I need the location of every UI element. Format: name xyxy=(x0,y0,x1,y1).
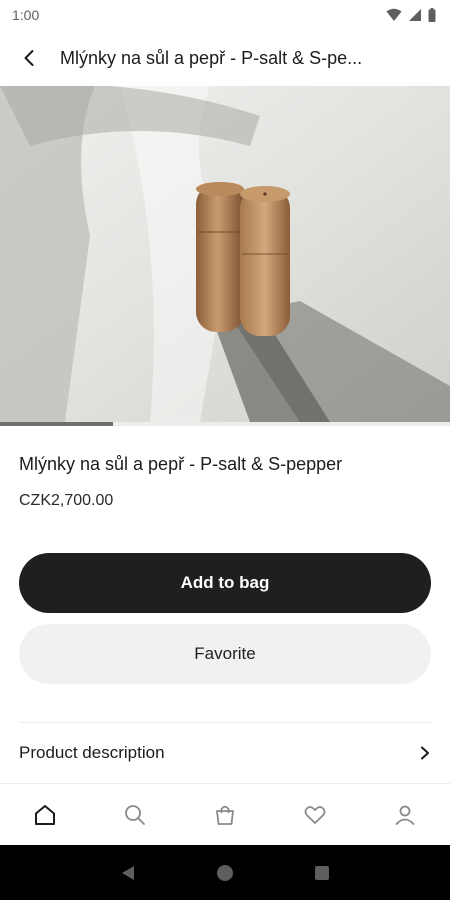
chevron-right-icon xyxy=(421,746,429,760)
heart-icon xyxy=(304,805,326,824)
image-pager-indicator xyxy=(0,422,113,426)
nav-profile[interactable] xyxy=(380,790,430,840)
wifi-icon xyxy=(386,8,402,21)
signal-icon xyxy=(409,9,421,21)
bottom-navigation xyxy=(0,783,450,845)
system-recents-icon[interactable] xyxy=(313,864,331,882)
system-navigation-bar xyxy=(0,845,450,900)
system-back-icon[interactable] xyxy=(119,864,137,882)
system-home-icon[interactable] xyxy=(216,864,234,882)
app-bar: Mlýnky na sůl a pepř - P-salt & S-pe... xyxy=(0,30,450,86)
back-arrow-icon xyxy=(24,50,34,66)
nav-home[interactable] xyxy=(20,790,70,840)
product-price: CZK2,700.00 xyxy=(19,492,114,509)
divider xyxy=(19,722,431,723)
favorite-button[interactable]: Favorite xyxy=(19,624,431,684)
product-image-carousel[interactable] xyxy=(0,86,450,422)
status-icons xyxy=(386,8,436,22)
battery-icon xyxy=(428,8,436,22)
profile-icon xyxy=(395,805,415,825)
bag-icon xyxy=(216,805,234,825)
product-title: Mlýnky na sůl a pepř - P-salt & S-pepper xyxy=(19,454,343,474)
image-pager-track xyxy=(0,422,450,426)
product-description-row[interactable]: Product description xyxy=(19,724,431,782)
nav-search[interactable] xyxy=(110,790,160,840)
status-time: 1:00 xyxy=(12,7,40,23)
nav-bag[interactable] xyxy=(200,790,250,840)
page-title: Mlýnky na sůl a pepř - P-salt & S-pe... xyxy=(60,47,363,68)
nav-favorites[interactable] xyxy=(290,790,340,840)
product-description-label: Product description xyxy=(19,743,165,762)
product-image xyxy=(0,86,450,422)
add-to-bag-button[interactable]: Add to bag xyxy=(19,553,431,613)
back-button[interactable] xyxy=(0,30,60,86)
home-icon xyxy=(35,804,55,825)
search-icon xyxy=(125,804,145,825)
status-bar: 1:00 xyxy=(0,0,450,30)
